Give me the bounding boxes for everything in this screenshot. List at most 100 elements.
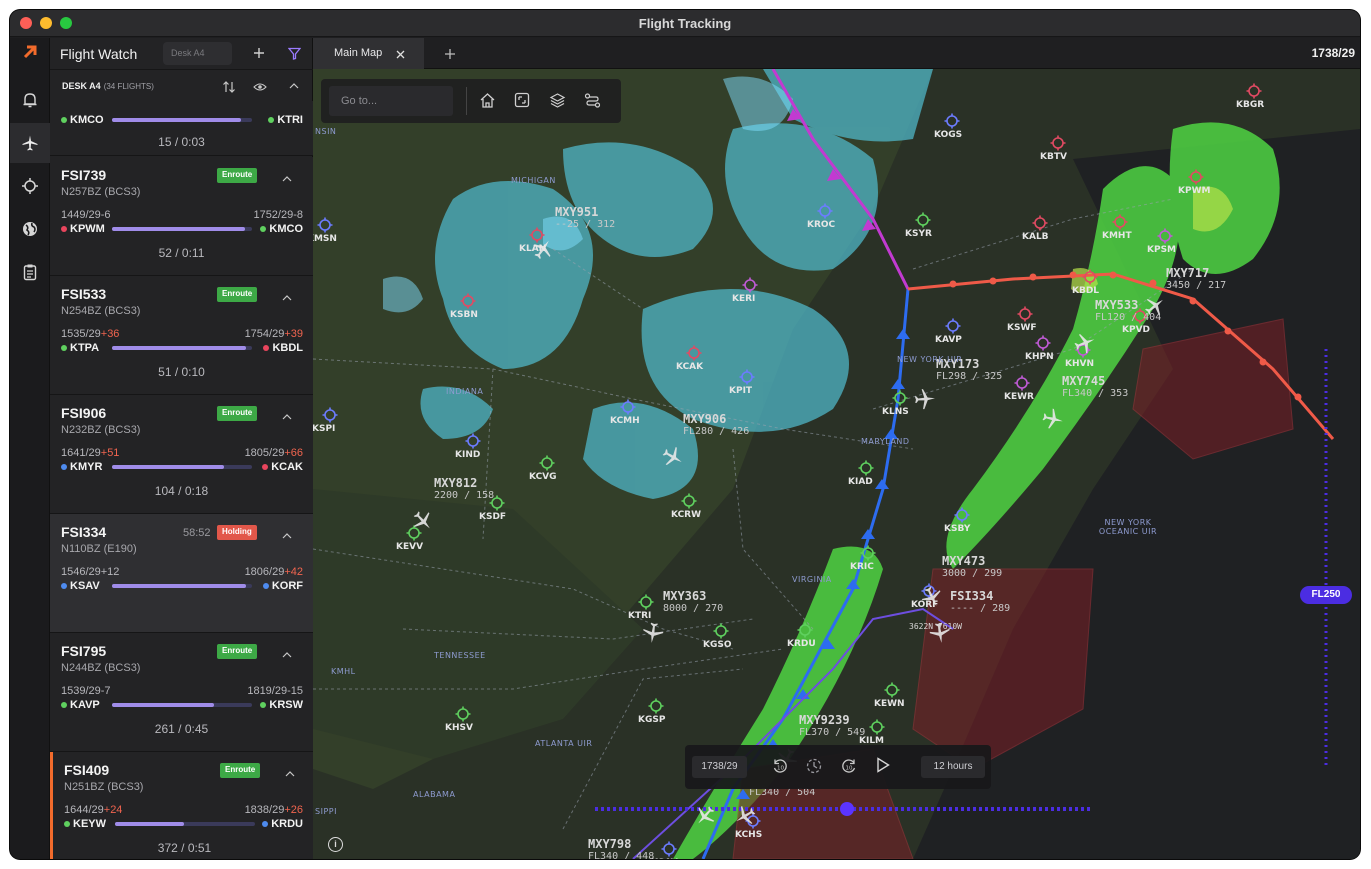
status-badge: Enroute: [220, 763, 261, 778]
fit-bounds-icon[interactable]: [514, 92, 532, 110]
home-icon[interactable]: [479, 92, 497, 110]
flight-card[interactable]: FSI795 N244BZ (BCS3) Enroute 1539/29-7 1819/…: [50, 633, 313, 752]
globe-icon[interactable]: [10, 209, 50, 249]
eye-icon[interactable]: [253, 80, 267, 94]
layers-icon[interactable]: [549, 92, 567, 110]
flight-label[interactable]: MXY473 3000 / 299: [942, 554, 1002, 579]
playback-time[interactable]: 1738/29: [692, 756, 747, 778]
flight-label[interactable]: MXY9239 FL370 / 549: [799, 713, 865, 738]
origin-airport: KSAV: [70, 580, 100, 592]
playback-range[interactable]: 12 hours: [921, 756, 985, 778]
airport-target-icon: [686, 345, 702, 361]
history-icon[interactable]: [805, 757, 825, 777]
flight-label[interactable]: MXY363 8000 / 270: [663, 589, 723, 614]
origin-status-dot: [61, 702, 67, 709]
crosshair-icon[interactable]: [10, 166, 50, 206]
region-label: NEW YORK OCEANIC UIR: [1098, 518, 1158, 536]
rewind-10-icon[interactable]: 10: [771, 757, 791, 777]
origin-status-dot: [61, 117, 67, 124]
origin-airport: KEYW: [73, 818, 106, 830]
collapse-card-chevron-icon[interactable]: [282, 645, 292, 663]
flight-altitude-speed: --25 / 312: [555, 219, 616, 230]
progress-track: [115, 822, 255, 826]
play-icon[interactable]: [876, 757, 896, 777]
flight-card[interactable]: FSI533 N254BZ (BCS3) Enroute 1535/29+36 1754…: [50, 276, 313, 395]
airport-target-icon: [638, 594, 654, 610]
flight-label[interactable]: MXY812 2200 / 158: [434, 476, 494, 501]
airport-code-label: KSBN: [450, 310, 478, 320]
collapse-desk-chevron-icon[interactable]: [288, 80, 300, 92]
add-icon[interactable]: [251, 45, 267, 61]
origin-status-dot: [61, 345, 67, 352]
flight-label[interactable]: FSI334 ---- / 289: [950, 589, 1010, 614]
airport-target-icon: [1112, 214, 1128, 230]
sort-icon[interactable]: [222, 80, 236, 94]
flight-card[interactable]: FSI906 N232BZ (BCS3) Enroute 1641/29+51 1805…: [50, 395, 313, 514]
origin-status-dot: [64, 821, 70, 828]
progress-fill: [112, 465, 224, 469]
route-icon[interactable]: [584, 92, 602, 110]
airport-code-label: KHPN: [1025, 352, 1054, 362]
collapse-card-chevron-icon[interactable]: [282, 526, 292, 544]
goto-search-input[interactable]: Go to...: [329, 86, 453, 116]
flight-callsign: MXY951: [555, 205, 599, 219]
dest-airport: KMCO: [269, 223, 303, 235]
flight-altitude-speed: ---- / 289: [950, 603, 1011, 614]
map-view[interactable]: KMSNKLANKOGSKBGRKBTVKPWMKROCKSYRKALBKMHT…: [313, 69, 1360, 859]
flight-callsign: MXY745: [1062, 374, 1106, 388]
airplane-icon[interactable]: [10, 123, 50, 163]
airport-code-label: KEVV: [396, 542, 424, 552]
new-tab-icon[interactable]: [443, 47, 457, 61]
flight-stat: 52 / 0:11: [158, 246, 205, 260]
flight-card[interactable]: FSI334 N110BZ (E190) 58:52 Holding 1546/29+1…: [50, 514, 313, 633]
origin-airport: KMCO: [70, 114, 104, 126]
flight-card[interactable]: FSI409 N251BZ (BCS3) Enroute 1644/29+24 1838…: [50, 752, 313, 859]
flight-callsign: MXY533: [1095, 298, 1139, 312]
altitude-filter-pill[interactable]: FL250: [1300, 586, 1352, 604]
status-badge: Enroute: [217, 406, 258, 421]
airport-code-label: KAVP: [935, 335, 962, 345]
flight-label[interactable]: MXY798 FL340 / 448: [588, 837, 654, 859]
flight-label[interactable]: MXY533 FL120 / 404: [1095, 298, 1161, 323]
region-label: KMHL: [331, 667, 356, 676]
desk-search-input[interactable]: Desk A4: [163, 42, 232, 65]
clipboard-icon[interactable]: [10, 252, 50, 292]
info-icon[interactable]: i: [328, 837, 343, 852]
arrival-time: 1838/29: [244, 804, 285, 816]
flight-label[interactable]: MXY951 --25 / 312: [555, 205, 615, 230]
flight-callsign: MXY798: [588, 837, 632, 851]
flight-label[interactable]: MXY745 FL340 / 353: [1062, 374, 1128, 399]
airport-target-icon: [954, 507, 970, 523]
flight-label[interactable]: MXY717 3450 / 217: [1166, 266, 1226, 291]
filter-icon[interactable]: [286, 45, 302, 61]
arrival-delay: +42: [284, 566, 303, 578]
tab-main-map[interactable]: Main Map: [313, 38, 424, 69]
bell-icon[interactable]: [10, 80, 50, 120]
flight-card[interactable]: FSI739 N257BZ (BCS3) Enroute 1449/29-6 1752/…: [50, 157, 313, 276]
flight-card-partial[interactable]: KMCO KTRI 15 / 0:03: [50, 101, 313, 156]
arrival-delay: +39: [284, 328, 303, 340]
collapse-card-chevron-icon[interactable]: [282, 169, 292, 187]
aircraft-registration: N232BZ (BCS3): [61, 424, 141, 436]
airport-target-icon: [317, 217, 333, 233]
flight-label[interactable]: MXY906 FL280 / 426: [683, 412, 749, 437]
desk-header: DESK A4 (34 FLIGHTS): [50, 71, 313, 101]
collapse-card-chevron-icon[interactable]: [285, 764, 295, 782]
airport-target-icon: [892, 390, 908, 406]
airport-code-label: KGSP: [638, 715, 666, 725]
origin-status-dot: [61, 226, 67, 233]
progress-track: [112, 465, 252, 469]
departure-delay: +24: [103, 804, 123, 816]
forward-10-icon[interactable]: 10: [840, 757, 860, 777]
arrival-time: 1752/29-8: [253, 209, 303, 221]
logo-arrow-icon[interactable]: [10, 38, 50, 66]
progress-fill: [112, 346, 247, 350]
collapse-card-chevron-icon[interactable]: [282, 407, 292, 425]
region-label: MICHIGAN: [511, 176, 556, 185]
collapse-card-chevron-icon[interactable]: [282, 288, 292, 306]
title-bar: Flight Tracking: [10, 10, 1360, 37]
airport-target-icon: [1157, 228, 1173, 244]
aircraft-registration: N257BZ (BCS3): [61, 186, 141, 198]
close-tab-icon[interactable]: [394, 48, 406, 60]
airport-code-label: KSAV: [651, 858, 678, 859]
